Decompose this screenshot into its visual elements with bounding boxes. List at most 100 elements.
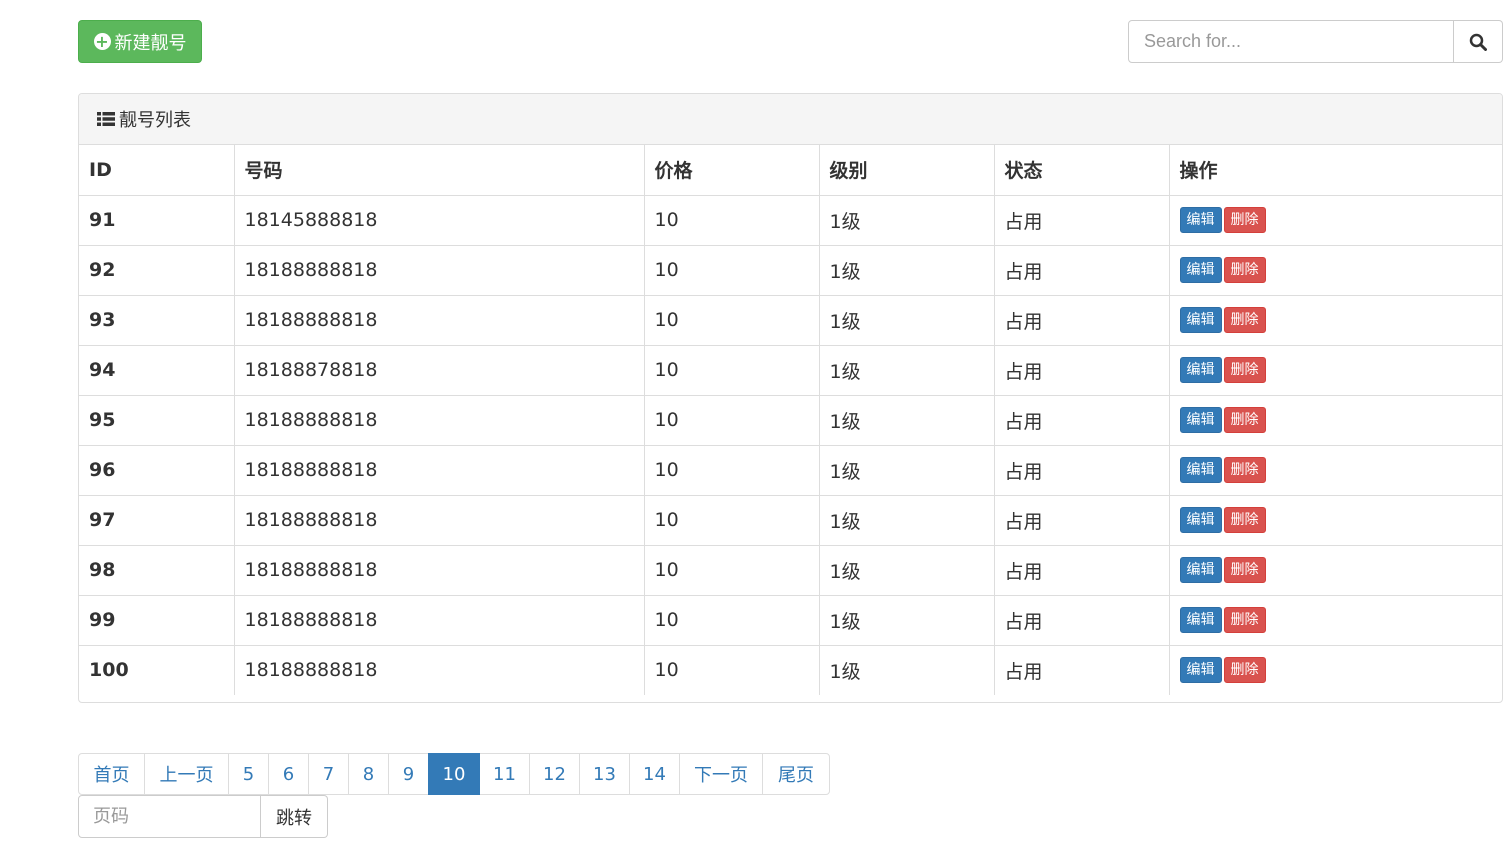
list-icon [97, 112, 115, 126]
cell-price: 10 [644, 445, 820, 496]
search-input[interactable] [1128, 20, 1454, 63]
header-price: 价格 [644, 145, 820, 196]
edit-button[interactable]: 编辑 [1179, 207, 1222, 233]
cell-level: 1级 [819, 195, 995, 246]
edit-button[interactable]: 编辑 [1179, 307, 1222, 333]
table-row: 98 18188888818 10 1级 占用 编辑 删除 [79, 545, 1502, 596]
panel-heading: 靓号列表 [79, 94, 1502, 145]
page-link[interactable]: 14 [629, 753, 680, 795]
cell-price: 10 [644, 345, 820, 396]
cell-level: 1级 [819, 645, 995, 695]
cell-actions: 编辑 删除 [1169, 345, 1502, 396]
cell-actions: 编辑 删除 [1169, 595, 1502, 646]
delete-button[interactable]: 删除 [1223, 457, 1266, 483]
jump-button[interactable]: 跳转 [261, 795, 328, 838]
delete-button[interactable]: 删除 [1223, 507, 1266, 533]
edit-button[interactable]: 编辑 [1179, 607, 1222, 633]
number-list-panel: 靓号列表 ID 号码 价格 级别 状态 操作 91 18145888818 10 1级… [78, 93, 1503, 703]
page-link[interactable]: 尾页 [762, 753, 830, 795]
cell-id: 91 [79, 195, 235, 246]
new-number-label: 新建靓号 [114, 32, 187, 54]
cell-price: 10 [644, 545, 820, 596]
panel-title: 靓号列表 [119, 110, 191, 131]
edit-button[interactable]: 编辑 [1179, 257, 1222, 283]
cell-mobile: 18188888818 [234, 495, 645, 546]
edit-button[interactable]: 编辑 [1179, 357, 1222, 383]
delete-button[interactable]: 删除 [1223, 257, 1266, 283]
delete-button[interactable]: 删除 [1223, 207, 1266, 233]
number-table: ID 号码 价格 级别 状态 操作 91 18145888818 10 1级 占用 编辑删… [79, 145, 1502, 695]
table-row: 99 18188888818 10 1级 占用 编辑 删除 [79, 595, 1502, 646]
page-link[interactable]: 7 [308, 753, 349, 795]
page-link[interactable]: 下一页 [679, 753, 763, 795]
edit-button[interactable]: 编辑 [1179, 657, 1222, 684]
page-link[interactable]: 5 [228, 753, 269, 795]
cell-status: 占用 [994, 245, 1170, 296]
cell-level: 1级 [819, 545, 995, 596]
cell-price: 10 [644, 195, 820, 246]
cell-price: 10 [644, 645, 820, 695]
delete-button[interactable]: 删除 [1223, 307, 1266, 333]
header-level: 级别 [819, 145, 995, 196]
cell-status: 占用 [994, 445, 1170, 496]
cell-mobile: 18188878818 [234, 345, 645, 396]
table-row: 92 18188888818 10 1级 占用 编辑 删除 [79, 245, 1502, 296]
cell-mobile: 18145888818 [234, 195, 645, 246]
table-row: 96 18188888818 10 1级 占用 编辑 删除 [79, 445, 1502, 496]
pagination: 首页 上一页 5 6 7 8 9 10 11 12 13 14 下一页 尾页 [78, 753, 830, 795]
cell-id: 95 [79, 395, 235, 446]
page-link[interactable]: 9 [388, 753, 429, 795]
page-link[interactable]: 12 [529, 753, 580, 795]
cell-id: 93 [79, 295, 235, 346]
cell-mobile: 18188888818 [234, 445, 645, 496]
table-header-row: ID 号码 价格 级别 状态 操作 [79, 145, 1502, 196]
page-link[interactable]: 6 [268, 753, 309, 795]
table-body: 91 18145888818 10 1级 占用 编辑 删除 92 18188888818 10 1级… [79, 195, 1502, 695]
cell-status: 占用 [994, 595, 1170, 646]
page-link[interactable]: 首页 [78, 753, 145, 795]
cell-actions: 编辑 删除 [1169, 645, 1502, 695]
page-link[interactable]: 11 [479, 753, 530, 795]
delete-button[interactable]: 删除 [1223, 657, 1266, 684]
delete-button[interactable]: 删除 [1223, 357, 1266, 383]
search-icon [1469, 33, 1487, 51]
delete-button[interactable]: 删除 [1223, 607, 1266, 633]
cell-status: 占用 [994, 395, 1170, 446]
cell-price: 10 [644, 595, 820, 646]
cell-level: 1级 [819, 295, 995, 346]
page-link[interactable]: 8 [348, 753, 389, 795]
cell-actions: 编辑 删除 [1169, 195, 1502, 246]
cell-status: 占用 [994, 645, 1170, 695]
cell-mobile: 18188888818 [234, 245, 645, 296]
cell-status: 占用 [994, 495, 1170, 546]
edit-button[interactable]: 编辑 [1179, 407, 1222, 433]
page-link[interactable]: 上一页 [144, 753, 229, 795]
cell-level: 1级 [819, 345, 995, 396]
new-number-button[interactable]: + 新建靓号 [78, 20, 202, 63]
page-link[interactable]: 13 [579, 753, 630, 795]
header-mobile: 号码 [234, 145, 645, 196]
edit-button[interactable]: 编辑 [1179, 457, 1222, 483]
cell-level: 1级 [819, 395, 995, 446]
search-button[interactable] [1454, 20, 1503, 63]
edit-button[interactable]: 编辑 [1179, 507, 1222, 533]
edit-button[interactable]: 编辑 [1179, 557, 1222, 583]
table-row: 100 18188888818 10 1级 占用 编辑 删除 [79, 645, 1502, 695]
page-link[interactable]: 10 [428, 753, 480, 795]
cell-status: 占用 [994, 295, 1170, 346]
plus-circle-icon: + [93, 32, 111, 51]
cell-id: 96 [79, 445, 235, 496]
cell-mobile: 18188888818 [234, 295, 645, 346]
page-number-input[interactable] [78, 795, 261, 838]
header-actions: 操作 [1169, 145, 1502, 196]
delete-button[interactable]: 删除 [1223, 557, 1266, 583]
delete-button[interactable]: 删除 [1223, 407, 1266, 433]
cell-level: 1级 [819, 595, 995, 646]
table-row: 93 18188888818 10 1级 占用 编辑 删除 [79, 295, 1502, 346]
cell-level: 1级 [819, 445, 995, 496]
cell-id: 99 [79, 595, 235, 646]
cell-id: 97 [79, 495, 235, 546]
search-group [1128, 20, 1503, 63]
header-status: 状态 [994, 145, 1170, 196]
header-id: ID [79, 145, 235, 196]
